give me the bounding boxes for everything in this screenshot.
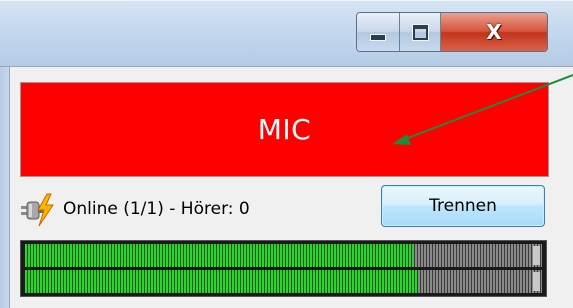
connection-status: Online (1/1) - Hörer: 0 bbox=[63, 199, 250, 219]
maximize-button[interactable] bbox=[400, 13, 441, 51]
plug-lightning-icon bbox=[21, 193, 54, 227]
level-meter-left bbox=[25, 244, 542, 267]
minimize-button[interactable] bbox=[357, 13, 400, 51]
level-meter-left-fill bbox=[25, 244, 413, 267]
level-meter-left-peak bbox=[533, 246, 540, 265]
minimize-icon bbox=[370, 33, 386, 41]
close-icon: X bbox=[486, 20, 502, 44]
mic-panel: MIC bbox=[20, 82, 549, 177]
title-bar[interactable]: X bbox=[0, 0, 573, 67]
window-frame-left bbox=[0, 67, 10, 308]
disconnect-button[interactable]: Trennen bbox=[381, 185, 545, 227]
close-button[interactable]: X bbox=[441, 13, 547, 51]
level-meter-right bbox=[25, 270, 542, 293]
level-meter-right-peak bbox=[533, 272, 540, 291]
level-meter-right-fill bbox=[25, 270, 418, 293]
caption-buttons: X bbox=[356, 12, 548, 52]
level-meters bbox=[20, 240, 547, 297]
maximize-icon bbox=[412, 24, 428, 40]
mic-label: MIC bbox=[257, 113, 312, 146]
title-bar-highlight bbox=[0, 0, 573, 1]
